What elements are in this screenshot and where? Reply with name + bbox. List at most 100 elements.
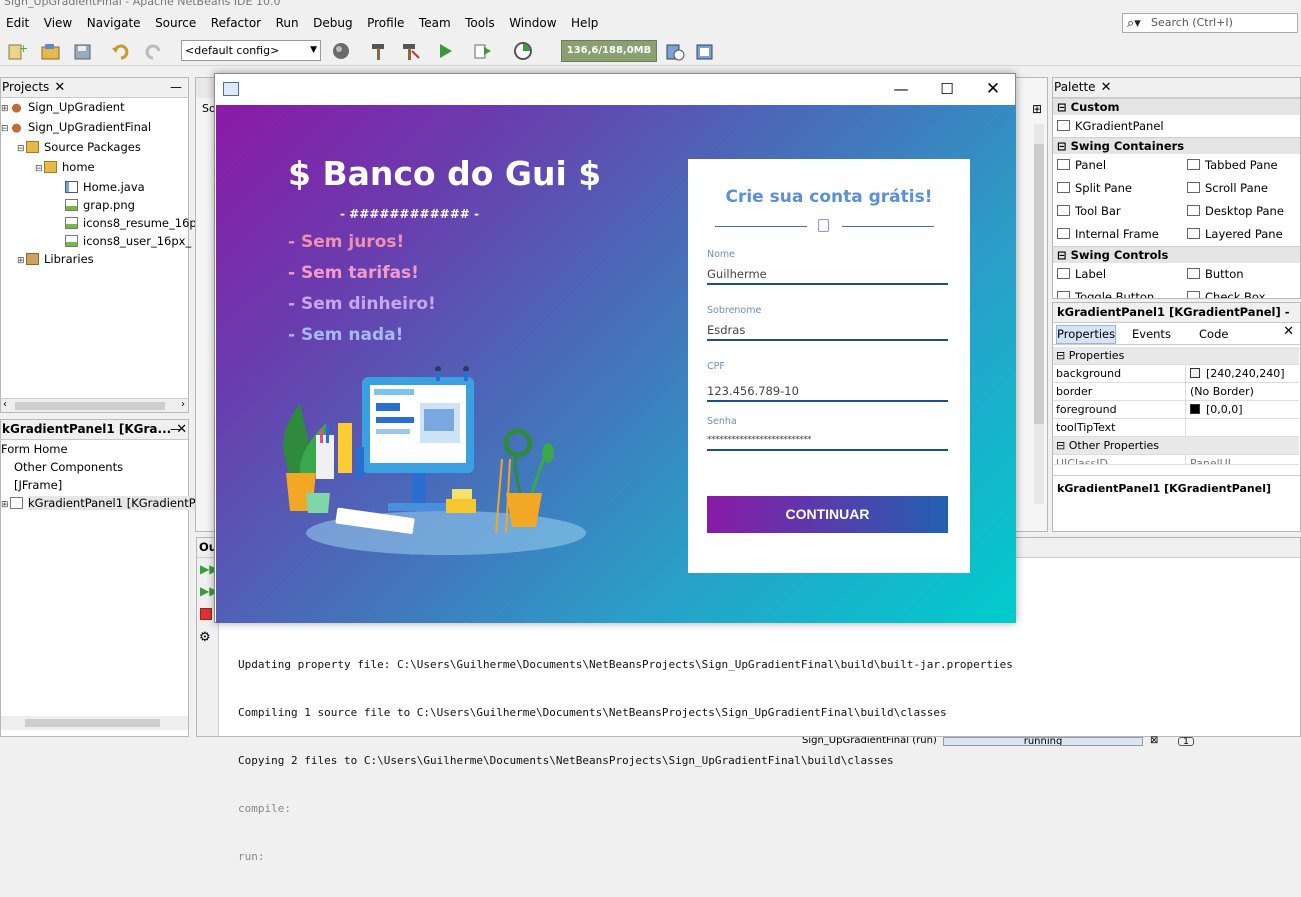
palette-item-kgradientpanel[interactable]: KGradientPanel: [1057, 115, 1164, 137]
globe-icon[interactable]: [330, 41, 352, 61]
notification-badge[interactable]: 1: [1178, 737, 1194, 747]
tree-item[interactable]: ⊟ home: [1, 158, 188, 178]
menu-help[interactable]: Help: [571, 12, 598, 34]
menu-run[interactable]: Run: [276, 12, 299, 34]
chevron-left-icon[interactable]: ‹: [3, 399, 7, 410]
design-icon[interactable]: [196, 78, 216, 98]
properties-section[interactable]: ⊟ Other Properties: [1053, 437, 1299, 455]
config-select[interactable]: <default config> ▼: [181, 40, 321, 61]
minimize-icon[interactable]: —: [170, 78, 182, 97]
palette-item-internal-frame[interactable]: Internal Frame: [1057, 223, 1159, 245]
garbage-collect-icon[interactable]: [664, 41, 686, 61]
palette-item-split-pane[interactable]: Split Pane: [1057, 177, 1132, 199]
tree-item[interactable]: ⊞ Libraries: [1, 250, 188, 270]
horizontal-scrollbar[interactable]: [1, 716, 188, 730]
maximize-button[interactable]: ☐: [924, 74, 970, 104]
tree-item[interactable]: icons8_user_16px_: [1, 232, 191, 250]
palette-item-label[interactable]: Label: [1057, 263, 1106, 285]
search-input[interactable]: ⌕▾ Search (Ctrl+I): [1122, 13, 1298, 33]
property-row[interactable]: UIClassID PanelUI: [1053, 455, 1299, 465]
menu-edit[interactable]: Edit: [6, 12, 29, 34]
property-row[interactable]: background [240,240,240]: [1053, 365, 1299, 383]
palette-item-desktop-pane[interactable]: Desktop Pane: [1187, 200, 1284, 222]
form-title: Crie sua conta grátis!: [725, 187, 933, 207]
snapshot-icon[interactable]: [694, 41, 716, 61]
menu-source[interactable]: Source: [155, 12, 196, 34]
scrollbar-thumb[interactable]: [15, 402, 165, 410]
chevron-right-icon[interactable]: ›: [181, 399, 185, 410]
menu-profile[interactable]: Profile: [367, 12, 404, 34]
menu-team[interactable]: Team: [419, 12, 451, 34]
menu-view[interactable]: View: [44, 12, 72, 34]
first-name-field[interactable]: Guilherme: [707, 265, 948, 285]
menu-tools[interactable]: Tools: [465, 12, 495, 34]
palette-item-panel[interactable]: Panel: [1057, 154, 1106, 176]
palette-item-tool-bar[interactable]: Tool Bar: [1057, 200, 1121, 222]
profile-icon[interactable]: [512, 41, 534, 61]
palette-category-custom[interactable]: ⊟ Custom: [1053, 98, 1300, 115]
tree-item[interactable]: Form Home: [1, 440, 188, 458]
tree-item[interactable]: ⊟ Source Packages: [1, 138, 188, 158]
undo-icon[interactable]: [110, 41, 132, 61]
properties-section[interactable]: ⊟ Properties: [1053, 347, 1299, 365]
tab-code[interactable]: Code: [1199, 327, 1228, 341]
cpf-field[interactable]: 123.456.789-10: [707, 382, 948, 402]
menu-debug[interactable]: Debug: [313, 12, 352, 34]
tree-item[interactable]: [JFrame]: [1, 476, 188, 494]
menu-window[interactable]: Window: [509, 12, 556, 34]
palette-item-toggle-button[interactable]: Toggle Button: [1057, 286, 1154, 298]
palette-item-tabbed-pane[interactable]: Tabbed Pane: [1187, 154, 1278, 176]
tree-item[interactable]: grap.png: [1, 196, 188, 214]
save-all-icon[interactable]: [72, 41, 94, 61]
tab-events[interactable]: Events: [1132, 327, 1171, 341]
property-row[interactable]: border (No Border): [1053, 383, 1299, 401]
tab-properties[interactable]: Properties: [1056, 325, 1116, 344]
tree-item[interactable]: ⊞ kGradientPanel1 [KGradientPan: [1, 494, 210, 514]
debug-icon[interactable]: [472, 41, 494, 61]
memory-indicator[interactable]: 136,6/188,0MB: [561, 40, 657, 62]
password-field[interactable]: **************************: [707, 431, 948, 451]
grid-icon[interactable]: ⊞: [1032, 102, 1042, 116]
run-icon[interactable]: [435, 41, 457, 61]
palette-category-controls[interactable]: ⊟ Swing Controls: [1053, 246, 1300, 263]
clean-build-icon[interactable]: [399, 41, 421, 61]
minimize-icon[interactable]: —: [170, 420, 182, 439]
tree-item[interactable]: icons8_resume_16px: [1, 214, 204, 232]
projects-panel: Projects ✕ — ⊞ Sign_UpGradient ⊟ Sign_UpGrad…: [0, 77, 204, 413]
redo-icon[interactable]: [142, 41, 164, 61]
palette-tab[interactable]: Palette: [1054, 80, 1096, 94]
last-name-field[interactable]: Esdras: [707, 321, 948, 341]
tree-item[interactable]: ⊟ Sign_UpGradientFinal: [1, 118, 188, 138]
build-hammer-icon[interactable]: [368, 41, 390, 61]
divider: [842, 226, 934, 227]
palette-category-containers[interactable]: ⊟ Swing Containers: [1053, 137, 1300, 154]
minimize-button[interactable]: —: [878, 74, 924, 104]
scrollbar-thumb[interactable]: [25, 719, 160, 727]
property-row[interactable]: toolTipText: [1053, 419, 1299, 437]
menu-refactor[interactable]: Refactor: [211, 12, 261, 34]
palette-item-layered-pane[interactable]: Layered Pane: [1187, 223, 1283, 245]
property-row[interactable]: foreground [0,0,0]: [1053, 401, 1299, 419]
tree-item[interactable]: Home.java: [1, 178, 188, 196]
horizontal-scrollbar[interactable]: ‹ ›: [1, 398, 188, 412]
continue-button[interactable]: CONTINUAR: [707, 496, 948, 533]
new-file-icon[interactable]: +: [6, 41, 28, 61]
stop-icon[interactable]: [200, 608, 212, 620]
palette-item-scroll-pane[interactable]: Scroll Pane: [1187, 177, 1268, 199]
palette-item-check-box[interactable]: Check Box: [1187, 286, 1265, 298]
navigator-tab[interactable]: kGradientPanel1 [KGra...: [2, 422, 171, 436]
menu-navigate[interactable]: Navigate: [87, 12, 141, 34]
close-button[interactable]: ✕: [970, 74, 1016, 104]
close-icon[interactable]: ✕: [1101, 80, 1112, 95]
progress-bar[interactable]: running: [943, 737, 1143, 746]
settings-icon[interactable]: ⚙: [199, 630, 211, 645]
tree-item[interactable]: ⊞ Sign_UpGradient: [1, 98, 188, 118]
close-icon[interactable]: ✕: [54, 80, 65, 95]
projects-tab[interactable]: Projects: [2, 80, 49, 94]
open-project-icon[interactable]: [40, 41, 62, 61]
vertical-scrollbar[interactable]: [1034, 124, 1044, 504]
layered-pane-icon: [1187, 228, 1200, 239]
close-icon[interactable]: ⊠: [1150, 736, 1158, 746]
tree-item[interactable]: Other Components: [1, 458, 188, 476]
palette-item-button[interactable]: Button: [1187, 263, 1244, 285]
